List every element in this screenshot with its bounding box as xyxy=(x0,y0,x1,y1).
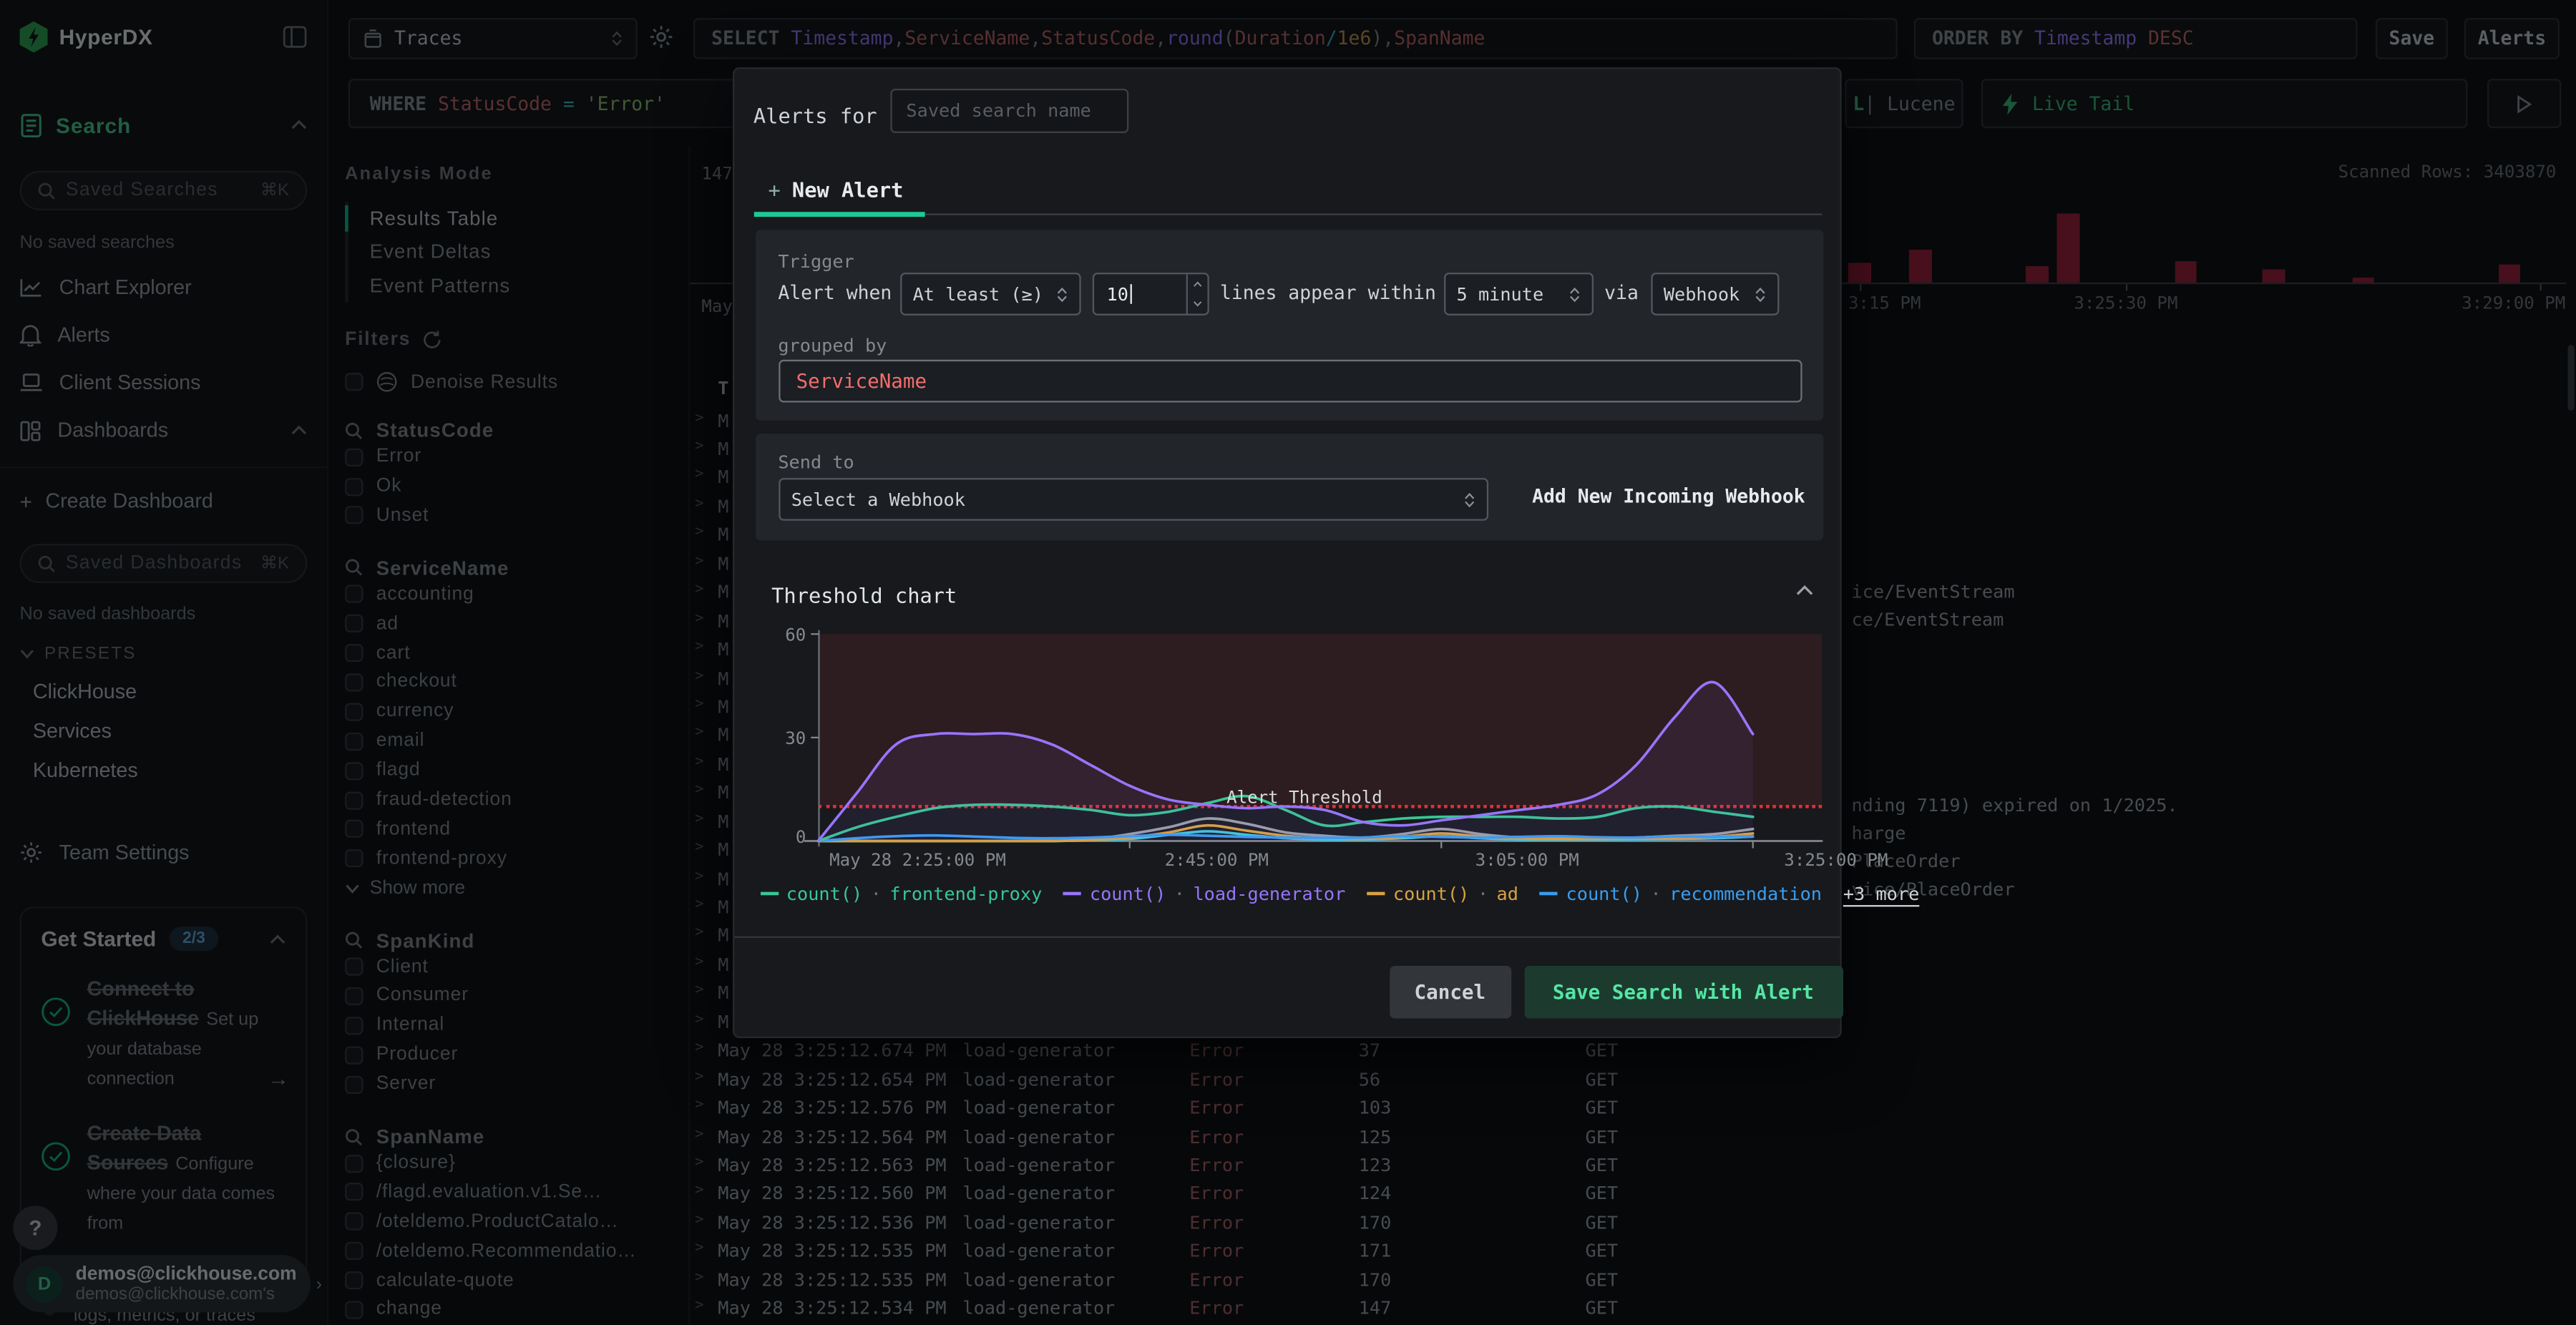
tab-new-alert[interactable]: + New Alert xyxy=(769,178,904,202)
legend-swatch xyxy=(760,892,779,896)
webhook-select-value: Select a Webhook xyxy=(791,489,965,511)
ytick-0: 0 xyxy=(795,828,806,849)
alert-when-text: Alert when xyxy=(778,281,892,305)
legend-swatch xyxy=(1539,892,1558,896)
saved-search-name-input[interactable]: Saved search name xyxy=(889,89,1128,134)
stepper-down-icon xyxy=(1187,295,1207,314)
cancel-button[interactable]: Cancel xyxy=(1389,966,1511,1020)
add-webhook-button[interactable]: Add New Incoming Webhook xyxy=(1532,485,1805,508)
legend-item: count() · load-generator xyxy=(1063,884,1345,906)
threshold-chart-title: Threshold chart xyxy=(771,583,957,609)
legend-item: count() · recommendation xyxy=(1539,884,1822,906)
legend-swatch xyxy=(1367,892,1385,896)
ytick-30: 30 xyxy=(785,730,806,750)
dialog-title: Alerts for xyxy=(753,104,877,129)
via-text: via xyxy=(1604,281,1639,305)
collapse-chart-icon[interactable] xyxy=(1795,585,1813,597)
tab-label: New Alert xyxy=(791,177,904,203)
select-chevrons-icon xyxy=(1055,287,1067,302)
saved-search-name-placeholder: Saved search name xyxy=(906,100,1091,122)
send-to-panel: Send to Select a Webhook Add New Incomin… xyxy=(755,434,1823,542)
legend-swatch xyxy=(1063,892,1082,896)
threshold-chart-plot xyxy=(804,630,1823,849)
xtick-3: 3:25:00 PM xyxy=(1784,851,1888,871)
webhook-select[interactable]: Select a Webhook xyxy=(778,479,1488,521)
text-caret xyxy=(1130,284,1132,305)
alerts-dialog: Alerts for Saved search name + New Alert… xyxy=(732,68,1919,1039)
number-stepper[interactable] xyxy=(1185,275,1207,314)
window-value: 5 minute xyxy=(1456,283,1544,305)
channel-select[interactable]: Webhook xyxy=(1650,273,1779,316)
send-to-label: Send to xyxy=(778,452,854,474)
select-chevrons-icon xyxy=(1754,287,1765,302)
comparator-select[interactable]: At least (≥) xyxy=(899,273,1080,316)
grouped-by-value: ServiceName xyxy=(796,370,927,393)
footer-divider xyxy=(733,937,1840,939)
alert-threshold-label: Alert Threshold xyxy=(1226,788,1382,809)
stepper-up-icon xyxy=(1187,275,1207,294)
grouped-by-label: grouped by xyxy=(778,336,887,358)
xtick-0: May 28 2:25:00 PM xyxy=(829,851,1006,871)
comparator-value: At least (≥) xyxy=(912,283,1044,305)
threshold-value: 10 xyxy=(1106,283,1128,305)
save-search-with-alert-button[interactable]: Save Search with Alert xyxy=(1523,966,1843,1020)
active-tab-indicator xyxy=(753,212,924,217)
xtick-1: 2:45:00 PM xyxy=(1164,851,1269,871)
legend-more-button[interactable]: +3 more xyxy=(1843,884,1919,906)
ytick-60: 60 xyxy=(785,626,806,647)
trigger-label: Trigger xyxy=(778,252,854,274)
app-window: HyperDX Search Saved Searches ⌘K No save… xyxy=(0,0,2576,1325)
trigger-panel: Trigger Alert when At least (≥) 10 lines… xyxy=(755,230,1823,421)
select-chevrons-icon xyxy=(1463,492,1475,507)
xtick-2: 3:05:00 PM xyxy=(1475,851,1579,871)
plus-icon: + xyxy=(768,177,781,203)
window-select[interactable]: 5 minute xyxy=(1443,273,1594,316)
threshold-value-input[interactable]: 10 xyxy=(1091,273,1209,316)
grouped-by-input[interactable]: ServiceName xyxy=(778,360,1802,403)
channel-value: Webhook xyxy=(1663,283,1740,305)
lines-appear-text: lines appear within xyxy=(1219,281,1436,305)
legend-item: count() · frontend-proxy xyxy=(760,884,1042,906)
select-chevrons-icon xyxy=(1568,287,1580,302)
chart-legend: count() · frontend-proxy count() · load-gener… xyxy=(760,884,1919,906)
legend-item: count() · ad xyxy=(1367,884,1518,906)
